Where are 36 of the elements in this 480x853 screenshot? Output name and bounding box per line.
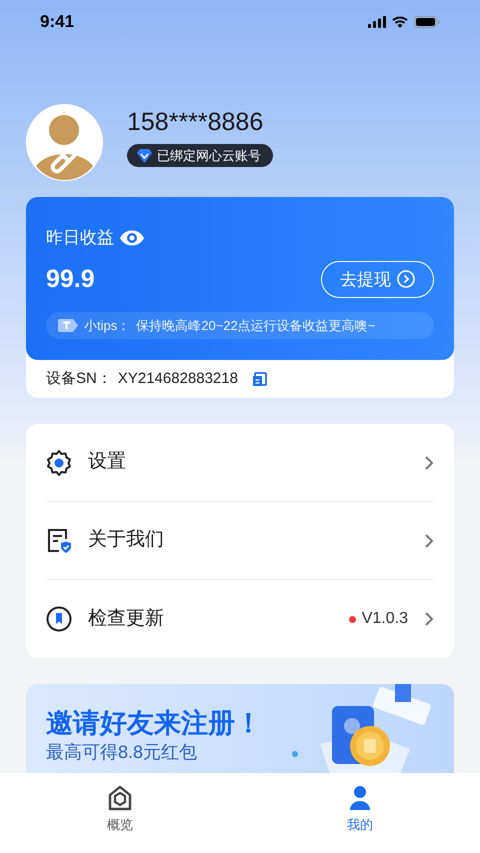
menu-item[interactable]: 设置 [46, 424, 434, 502]
status-time: 9:41 [40, 11, 74, 34]
tab-item[interactable]: 我的 [240, 773, 480, 853]
battery-icon [414, 16, 440, 28]
tab-item[interactable]: 概览 [0, 773, 240, 853]
copy-icon[interactable] [252, 372, 267, 386]
chevron-circle-icon [397, 270, 415, 288]
menu-item[interactable]: 检查更新 V1.0.3 [46, 580, 434, 658]
bookmark-circle-icon [46, 606, 72, 632]
banner-title: 邀请好友来注册！ [46, 707, 262, 740]
tag-icon [58, 319, 78, 332]
device-sn-label: 设备SN： [46, 368, 112, 389]
earnings-label: 昨日收益 [46, 227, 114, 249]
phone-number: 158****8886 [127, 107, 264, 138]
avatar-icon [26, 104, 103, 181]
wifi-icon [392, 16, 408, 28]
version-text: V1.0.3 [362, 609, 408, 629]
settings-icon [46, 450, 72, 476]
earnings-amount: 99.9 [46, 264, 95, 294]
signal-icon [368, 16, 386, 28]
tip-text: 保持晚高峰20~22点运行设备收益更高噢~ [136, 316, 376, 335]
account-badge: 已绑定网心云账号 [127, 144, 273, 167]
menu-item[interactable]: 关于我们 [46, 502, 434, 580]
chevron-right-icon [424, 532, 434, 548]
chevron-right-icon [424, 611, 434, 627]
person-icon [347, 785, 373, 811]
banner-subtitle: 最高可得8.8元红包 [46, 741, 198, 764]
device-sn: XY214682883218 [118, 368, 238, 389]
document-check-icon [46, 528, 72, 554]
tip-label: 小tips： [84, 316, 130, 335]
eye-icon [120, 230, 144, 246]
invite-banner[interactable]: 邀请好友来注册！ 最高可得8.8元红包 [26, 684, 454, 774]
chevron-right-icon [424, 454, 434, 470]
withdraw-button[interactable]: 去提现 [321, 260, 434, 298]
house-icon [107, 785, 133, 811]
diamond-icon [137, 148, 152, 162]
